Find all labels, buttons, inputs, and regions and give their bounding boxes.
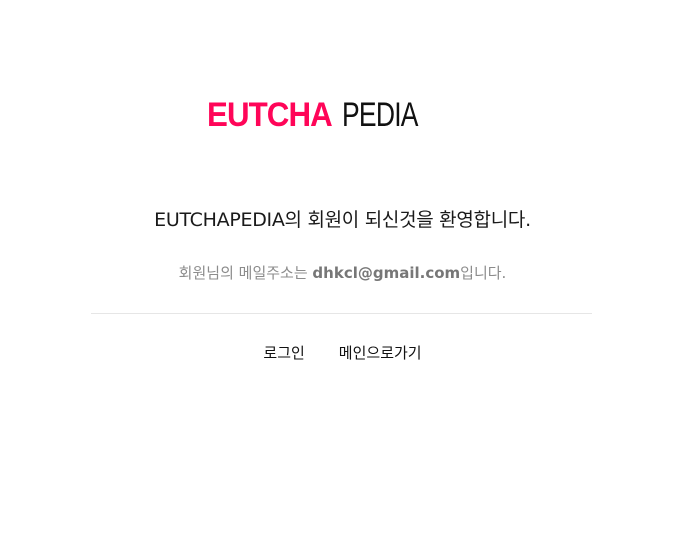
eutchapedia-logo[interactable]: EUTCHA PEDIA: [207, 96, 439, 132]
email-notice-prefix: 회원님의 메일주소는: [178, 264, 313, 282]
member-email: dhkcl@gmail.com: [312, 264, 461, 282]
go-main-link[interactable]: 메인으로가기: [339, 342, 422, 363]
email-notice: 회원님의 메일주소는 dhkcl@gmail.com입니다.: [0, 262, 685, 283]
action-links: 로그인 메인으로가기: [0, 342, 685, 363]
welcome-message: EUTCHAPEDIA의 회원이 되신것을 환영합니다.: [154, 209, 531, 231]
login-link[interactable]: 로그인: [263, 342, 304, 363]
welcome-page: EUTCHA PEDIA EUTCHAPEDIA의 회원이 되신것을 환영합니다…: [0, 0, 685, 535]
email-notice-suffix: 입니다.: [460, 264, 507, 282]
logo-accent-text: EUTCHA: [207, 96, 333, 134]
logo-dark-text: PEDIA: [341, 96, 418, 134]
divider: [91, 313, 592, 314]
